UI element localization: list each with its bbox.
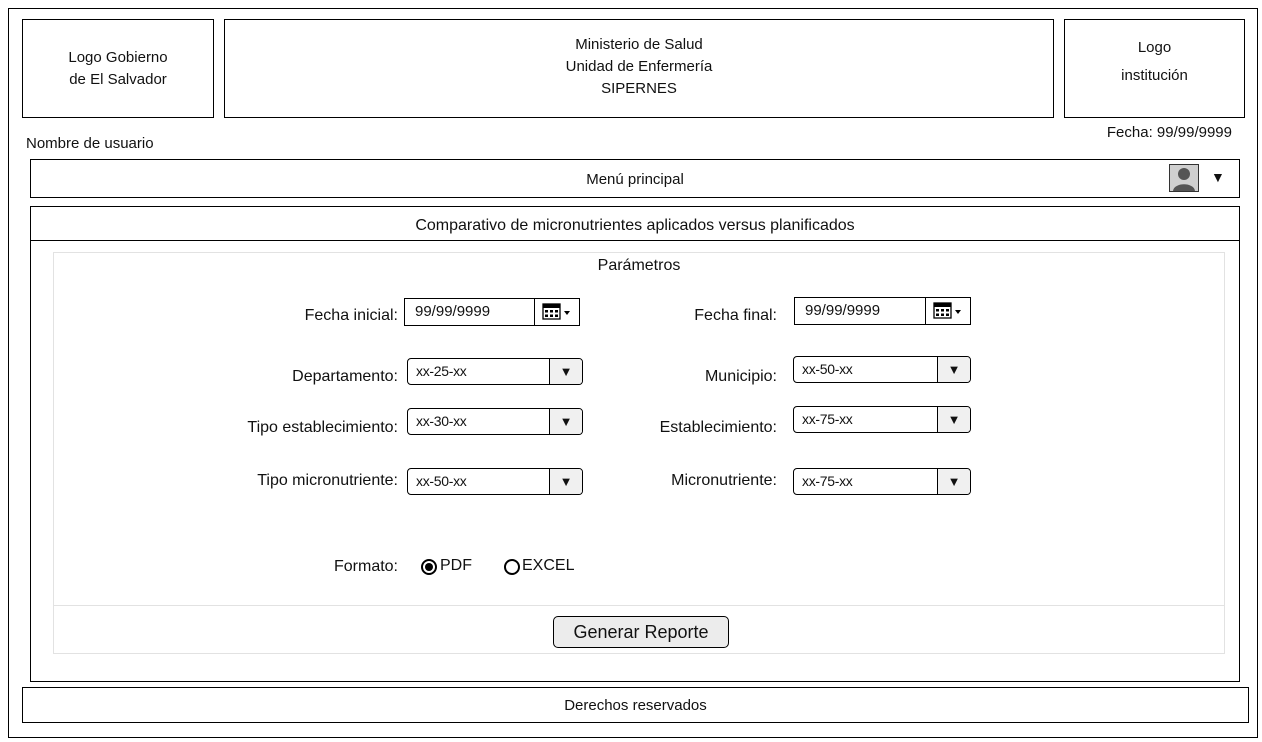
- calendar-icon[interactable]: [925, 298, 970, 324]
- footer-label: Derechos reservados: [564, 697, 707, 714]
- tipo-micronutriente-select[interactable]: xx-50-xx ▼: [407, 468, 583, 495]
- ministry-line2: Unidad de Enfermería: [565, 58, 713, 75]
- municipio-select[interactable]: xx-50-xx ▼: [793, 356, 971, 383]
- parameters-divider: [54, 605, 1224, 606]
- fecha-final-input[interactable]: 99/99/9999: [794, 297, 971, 325]
- ministry-line3: SIPERNES: [601, 80, 677, 97]
- gov-logo-line2: de El Salvador: [69, 70, 167, 88]
- gov-logo-line1: Logo Gobierno: [68, 48, 168, 66]
- chevron-down-icon[interactable]: ▼: [937, 469, 970, 494]
- chevron-down-icon[interactable]: ▼: [549, 409, 582, 434]
- user-menu-chevron-down-icon[interactable]: ▼: [1211, 169, 1225, 185]
- parameters-title: Parámetros: [597, 257, 681, 274]
- panel-title: Comparativo de micronutrientes aplicados…: [415, 217, 855, 234]
- panel-title-bar: Comparativo de micronutrientes aplicados…: [31, 207, 1239, 241]
- main-menu-label[interactable]: Menú principal: [31, 171, 1239, 188]
- ministry-line1: Ministerio de Salud: [575, 36, 703, 53]
- departamento-select[interactable]: xx-25-xx ▼: [407, 358, 583, 385]
- municipio-label: Municipio:: [704, 368, 777, 385]
- chevron-down-icon[interactable]: ▼: [549, 359, 582, 384]
- formato-pdf-label[interactable]: PDF: [440, 557, 472, 575]
- user-avatar-icon[interactable]: [1169, 164, 1199, 192]
- institution-logo: Logo institución: [1064, 19, 1245, 118]
- fecha-final-label: Fecha final:: [694, 307, 777, 324]
- chevron-down-icon[interactable]: ▼: [937, 357, 970, 382]
- establecimiento-label: Establecimiento:: [659, 419, 777, 436]
- establecimiento-value: xx-75-xx: [802, 411, 853, 427]
- tipo-establecimiento-select[interactable]: xx-30-xx ▼: [407, 408, 583, 435]
- micronutriente-label: Micronutriente:: [671, 472, 777, 489]
- fecha-inicial-value: 99/99/9999: [415, 303, 491, 320]
- report-panel: Comparativo de micronutrientes aplicados…: [30, 206, 1240, 682]
- tipo-micronutriente-label: Tipo micronutriente:: [257, 472, 398, 489]
- formato-label: Formato:: [333, 558, 398, 575]
- ministry-header: Ministerio de Salud Unidad de Enfermería…: [224, 19, 1054, 118]
- main-menu-bar[interactable]: Menú principal ▼: [30, 159, 1240, 198]
- formato-pdf-radio[interactable]: [421, 559, 437, 575]
- tipo-micronutriente-value: xx-50-xx: [416, 473, 467, 489]
- calendar-icon[interactable]: [534, 299, 579, 325]
- fecha-inicial-label: Fecha inicial:: [304, 307, 398, 324]
- parameters-section: Parámetros Fecha inicial: 99/99/9999 Fec…: [53, 252, 1225, 654]
- departamento-label: Departamento:: [292, 368, 398, 385]
- inst-logo-line1: Logo: [1137, 39, 1172, 56]
- fecha-final-value: 99/99/9999: [805, 302, 881, 319]
- gov-logo: Logo Gobierno de El Salvador: [22, 19, 214, 118]
- formato-excel-label[interactable]: EXCEL: [522, 557, 574, 575]
- tipo-establecimiento-label: Tipo establecimiento:: [247, 419, 398, 436]
- departamento-value: xx-25-xx: [416, 363, 467, 379]
- formato-excel-radio[interactable]: [504, 559, 520, 575]
- micronutriente-value: xx-75-xx: [802, 473, 853, 489]
- fecha-inicial-input[interactable]: 99/99/9999: [404, 298, 580, 326]
- footer: Derechos reservados: [22, 687, 1249, 723]
- generate-report-button[interactable]: Generar Reporte: [553, 616, 729, 648]
- municipio-value: xx-50-xx: [802, 361, 853, 377]
- micronutriente-select[interactable]: xx-75-xx ▼: [793, 468, 971, 495]
- inst-logo-line2: institución: [1121, 67, 1188, 84]
- establecimiento-select[interactable]: xx-75-xx ▼: [793, 406, 971, 433]
- tipo-establecimiento-value: xx-30-xx: [416, 413, 467, 429]
- chevron-down-icon[interactable]: ▼: [549, 469, 582, 494]
- chevron-down-icon[interactable]: ▼: [937, 407, 970, 432]
- user-name: Nombre de usuario: [26, 135, 154, 152]
- current-date: Fecha: 99/99/9999: [1106, 124, 1232, 141]
